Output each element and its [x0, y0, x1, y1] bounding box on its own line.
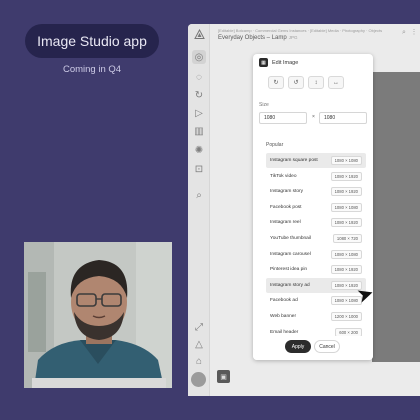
document-title: Everyday Objects – Lamp JPG — [218, 35, 297, 41]
settings-icon[interactable]: ✺ — [192, 143, 206, 157]
edit-image-modal: ▦ Edit Image ↻ ↺ ↕ ↔ Size 1080 × 1080 Po… — [253, 54, 373, 360]
transform-toolbar: ↻ ↺ ↕ ↔ — [268, 76, 344, 89]
preset-item[interactable]: Facebook post 1080 × 1080 — [266, 200, 366, 215]
preset-label: Instagram reel — [270, 220, 301, 226]
preset-item[interactable]: TikTok video 1080 × 1920 — [266, 169, 366, 184]
apply-button[interactable]: Apply — [285, 340, 311, 353]
preset-item[interactable]: Instagram carousel 1080 × 1080 — [266, 247, 366, 262]
preset-dimensions: 1080 × 1080 — [330, 249, 362, 259]
rotate-right-button[interactable]: ↻ — [268, 76, 284, 89]
panel-toggle-button[interactable]: ▣ — [217, 370, 230, 383]
popular-section-label: Popular — [266, 142, 284, 148]
hero-subtitle: Coming in Q4 — [62, 64, 122, 75]
more-icon[interactable]: ⋮ — [410, 29, 418, 37]
preset-label: Pinterest idea pin — [270, 267, 308, 273]
width-input[interactable]: 1080 — [259, 112, 307, 124]
home-icon[interactable]: ⌂ — [192, 354, 206, 368]
preset-dimensions: 1080 × 1080 — [330, 156, 362, 165]
cancel-button[interactable]: Cancel — [314, 340, 340, 353]
user-avatar[interactable] — [191, 372, 206, 387]
camera-icon[interactable]: ⊡ — [192, 162, 206, 176]
preset-dimensions: 1200 × 1000 — [330, 312, 362, 321]
chat-icon[interactable]: ◌ — [192, 70, 206, 84]
size-label: Size — [259, 102, 269, 108]
rotate-right-icon: ↻ — [273, 80, 279, 86]
flip-horizontal-button[interactable]: ↔ — [328, 76, 344, 89]
preset-item[interactable]: Instagram square post 1080 × 1080 — [266, 153, 366, 168]
breadcrumb[interactable]: [Editable] Botcamp · Commercial Gems Ins… — [218, 28, 382, 33]
flip-vertical-icon: ↕ — [314, 79, 318, 86]
chart-icon[interactable]: ▥ — [192, 124, 206, 138]
search-icon[interactable]: ⌕ — [192, 188, 206, 202]
notification-icon[interactable]: △ — [192, 337, 206, 351]
refresh-icon[interactable]: ↻ — [192, 88, 206, 102]
preset-label: Instagram carousel — [270, 251, 311, 257]
preset-label: Web banner — [270, 314, 297, 319]
caption-bar — [32, 378, 166, 388]
preset-label: Instagram story ad — [270, 282, 310, 288]
play-icon[interactable]: ▷ — [192, 106, 206, 120]
preset-item[interactable]: Pinterest idea pin 1080 × 1920 — [266, 262, 366, 277]
presenter-photo — [24, 242, 172, 388]
preset-dimensions: 1080 × 720 — [332, 234, 362, 243]
rotate-left-button[interactable]: ↺ — [288, 76, 304, 89]
preset-dimensions: 1080 × 1920 — [330, 171, 362, 181]
preset-label: Email header — [270, 329, 299, 335]
rotate-left-icon: ↺ — [293, 80, 299, 86]
preset-dimensions: 1080 × 1920 — [330, 265, 362, 275]
preset-dimensions: 1080 × 1920 — [330, 187, 362, 197]
preset-label: Facebook post — [270, 204, 302, 210]
preset-label: TikTok video — [270, 173, 297, 179]
hero-title: Image Studio app — [37, 33, 147, 49]
height-input[interactable]: 1080 — [319, 112, 367, 124]
preset-item[interactable]: Instagram reel 1080 × 1920 — [266, 215, 366, 230]
preset-item[interactable]: Instagram story ad 1080 × 1920 — [266, 277, 366, 293]
logo-icon[interactable] — [192, 27, 206, 41]
preset-label: Instagram square post — [270, 158, 318, 163]
link-dimensions-icon[interactable]: × — [312, 114, 315, 120]
preset-label: Instagram story — [270, 189, 304, 195]
modal-title: Edit Image — [272, 59, 299, 66]
search-icon[interactable]: ⌕ — [400, 29, 408, 37]
preset-item[interactable]: YouTube thumbnail 1080 × 720 — [266, 231, 366, 246]
hero-title-badge: Image Studio app — [25, 24, 159, 58]
globe-icon[interactable]: ◎ — [192, 50, 206, 64]
preset-item[interactable]: Instagram story 1080 × 1920 — [266, 184, 366, 199]
document-title-text: Everyday Objects – Lamp — [218, 35, 287, 41]
flip-horizontal-icon: ↔ — [333, 79, 339, 86]
document-type-badge: JPG — [288, 35, 298, 40]
preset-label: Facebook ad — [270, 298, 298, 304]
share-icon[interactable]: ⤢ — [192, 320, 206, 334]
modal-footer: Apply Cancel — [253, 336, 373, 360]
preset-dimensions: 1080 × 1920 — [330, 218, 362, 228]
flip-vertical-button[interactable]: ↕ — [308, 76, 324, 89]
modal-header: ▦ Edit Image — [259, 58, 298, 67]
image-canvas[interactable] — [372, 72, 420, 362]
preset-item[interactable]: Facebook ad 1080 × 1080 — [266, 293, 366, 308]
image-edit-icon: ▦ — [259, 58, 268, 67]
preset-label: YouTube thumbnail — [270, 236, 311, 241]
preset-dimensions: 1080 × 1080 — [330, 202, 362, 212]
preset-item[interactable]: Web banner 1200 × 1000 — [266, 309, 366, 324]
